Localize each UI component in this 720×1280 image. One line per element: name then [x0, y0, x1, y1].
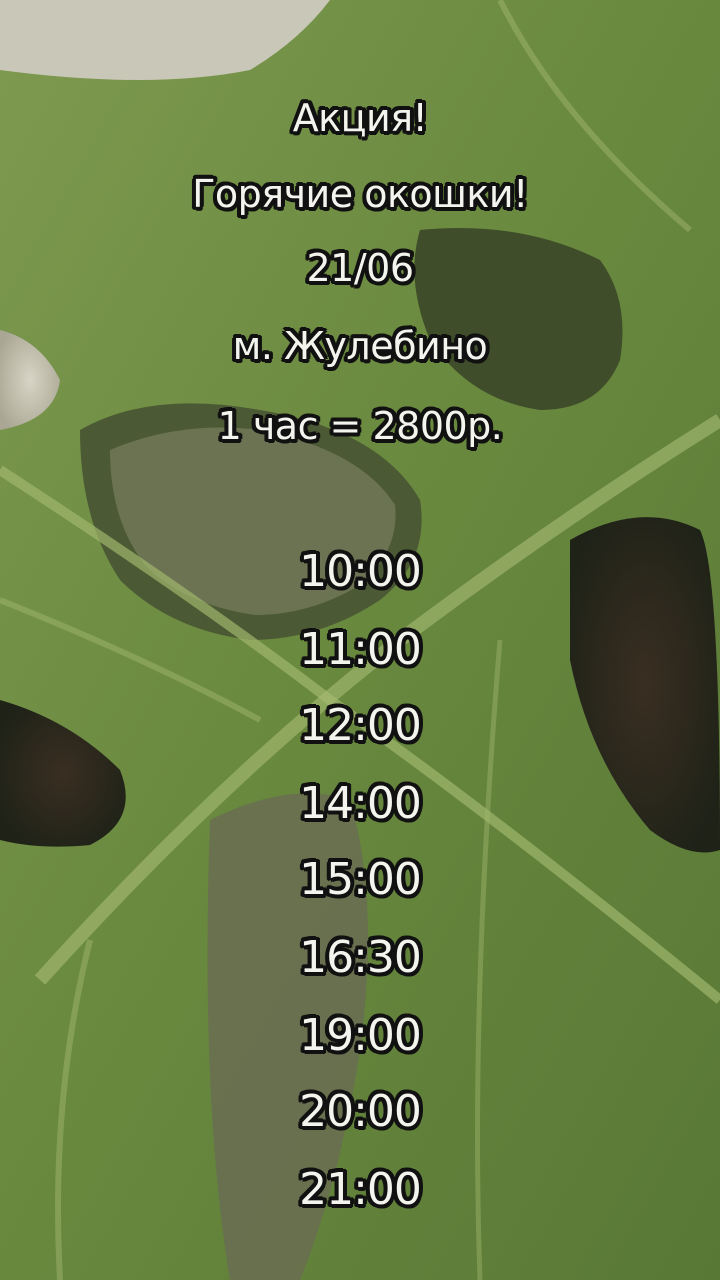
- time-slot: 12:00: [299, 700, 422, 751]
- promo-date: 21/06: [306, 246, 414, 290]
- time-slot: 14:00: [299, 778, 422, 829]
- time-slot: 11:00: [299, 624, 422, 675]
- time-slot: 21:00: [299, 1164, 422, 1215]
- time-slot: 15:00: [299, 854, 422, 905]
- time-slot: 19:00: [299, 1010, 422, 1061]
- time-slot: 20:00: [299, 1086, 422, 1137]
- promo-location: м. Жулебино: [232, 324, 488, 368]
- time-slot: 10:00: [299, 546, 422, 597]
- promo-title: Акция!: [292, 96, 428, 140]
- time-slot: 16:30: [299, 932, 422, 983]
- promo-text-overlay: Акция! Горячие окошки! 21/06 м. Жулебино…: [0, 0, 720, 1280]
- promo-subtitle: Горячие окошки!: [192, 172, 528, 216]
- promo-price: 1 час = 2800р.: [217, 404, 503, 448]
